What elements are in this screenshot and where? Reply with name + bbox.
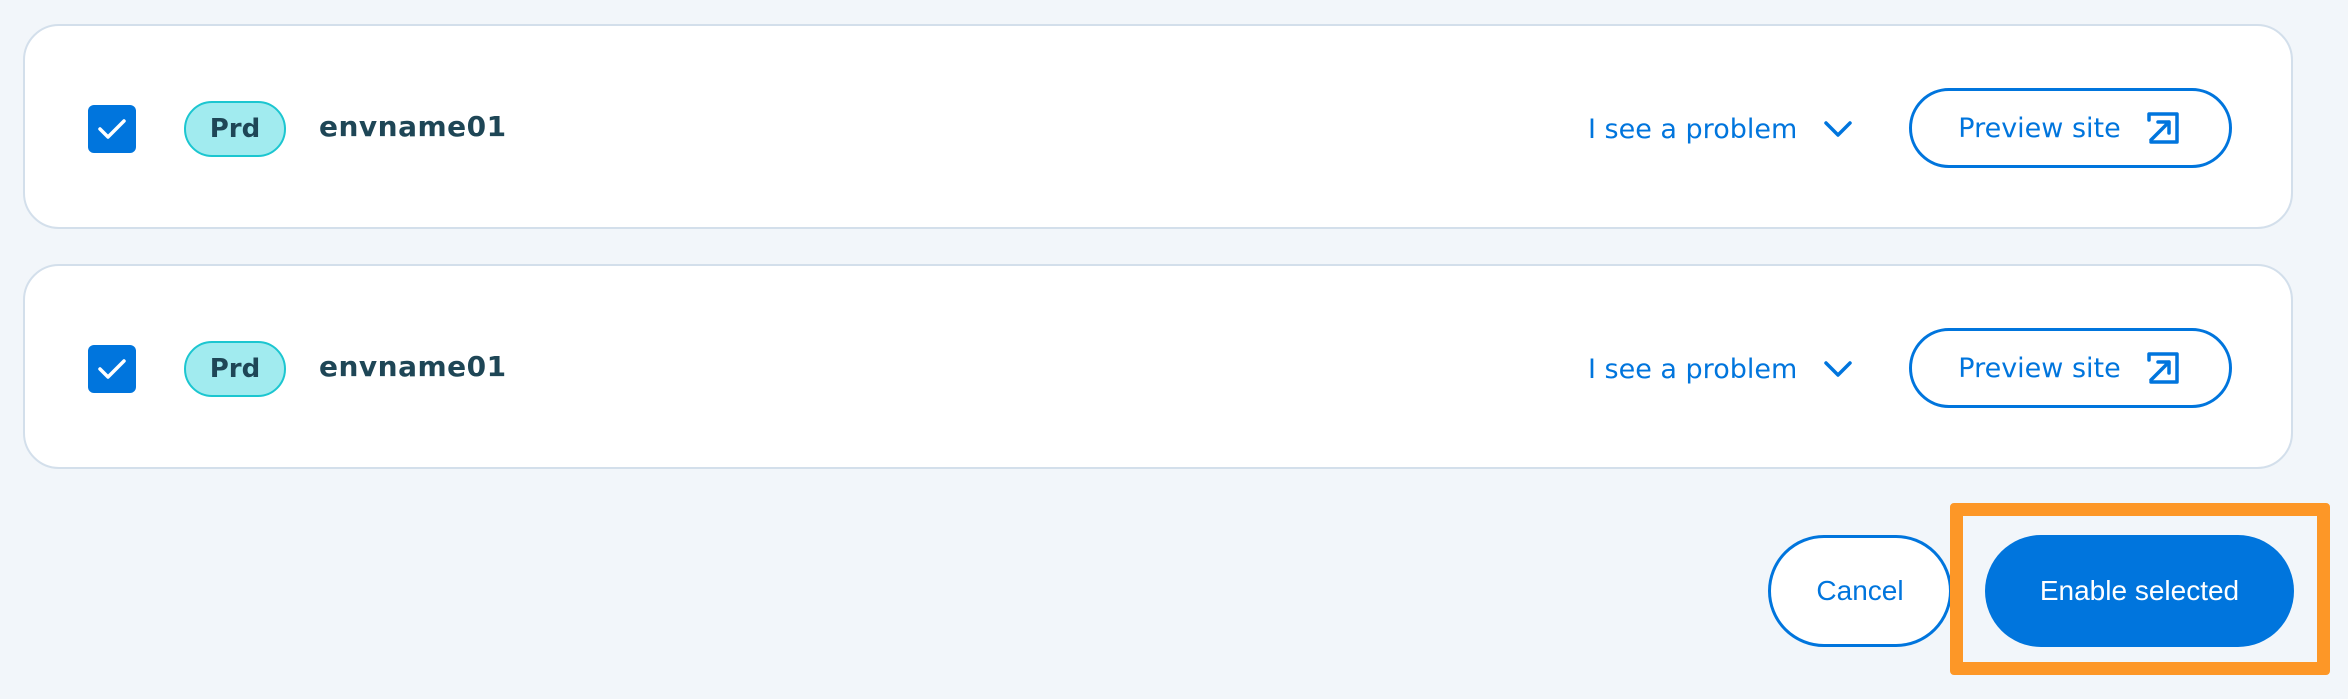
- chevron-down-icon: [1823, 360, 1853, 378]
- report-problem-label: I see a problem: [1588, 353, 1798, 385]
- report-problem-dropdown[interactable]: I see a problem: [1588, 346, 1853, 392]
- external-link-icon: [2143, 348, 2183, 388]
- environment-name: envname01: [319, 350, 507, 383]
- report-problem-label: I see a problem: [1588, 113, 1798, 145]
- environment-card: Prd envname01 I see a problem Preview si…: [23, 24, 2293, 229]
- chevron-down-icon: [1823, 120, 1853, 138]
- external-link-icon: [2143, 108, 2183, 148]
- preview-site-label: Preview site: [1958, 352, 2121, 384]
- cancel-button[interactable]: Cancel: [1768, 535, 1952, 647]
- enable-selected-button[interactable]: Enable selected: [1985, 535, 2294, 647]
- environment-checkbox[interactable]: [88, 345, 136, 393]
- preview-site-button[interactable]: Preview site: [1909, 88, 2232, 168]
- preview-site-label: Preview site: [1958, 112, 2121, 144]
- checkmark-icon: [98, 359, 126, 379]
- report-problem-dropdown[interactable]: I see a problem: [1588, 106, 1853, 152]
- environment-checkbox[interactable]: [88, 105, 136, 153]
- checkmark-icon: [98, 119, 126, 139]
- environment-type-badge: Prd: [184, 101, 286, 157]
- preview-site-button[interactable]: Preview site: [1909, 328, 2232, 408]
- environment-card: Prd envname01 I see a problem Preview si…: [23, 264, 2293, 469]
- environment-name: envname01: [319, 110, 507, 143]
- environment-type-badge: Prd: [184, 341, 286, 397]
